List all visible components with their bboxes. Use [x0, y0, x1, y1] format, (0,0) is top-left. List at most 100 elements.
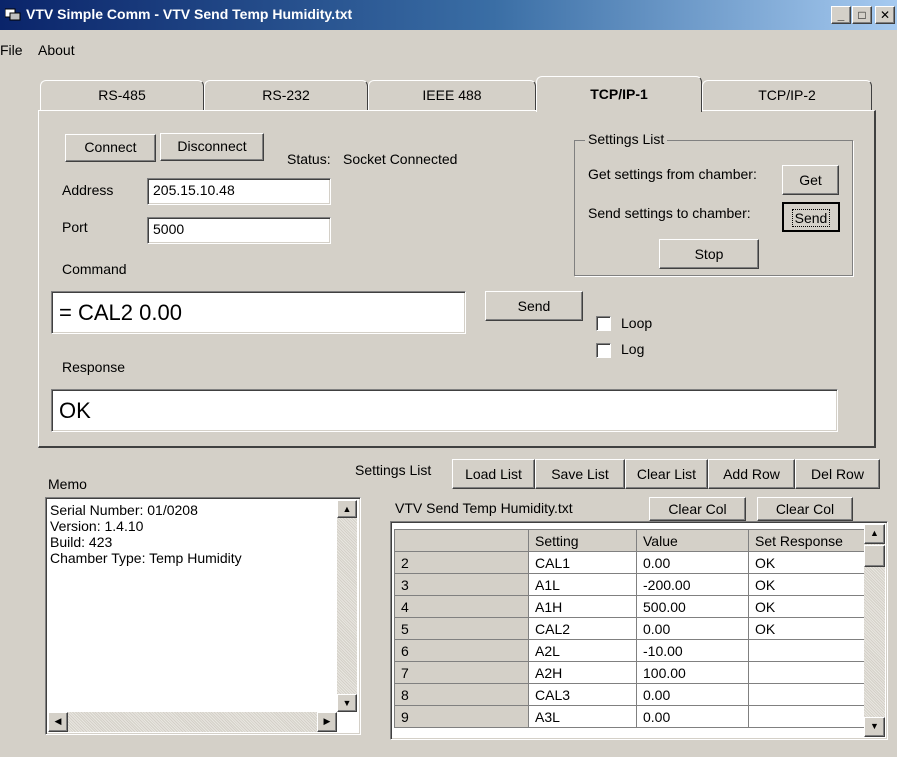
- minimize-icon: _: [837, 8, 845, 22]
- memo-horizontal-scrollbar[interactable]: [48, 712, 337, 732]
- setting-cell[interactable]: CAL2: [528, 617, 637, 640]
- table-row[interactable]: 2 CAL1 0.00 OK: [394, 551, 867, 574]
- value-cell[interactable]: -10.00: [636, 639, 749, 662]
- add-row-button[interactable]: Add Row: [708, 459, 795, 489]
- arrow-right-icon: ▶: [323, 716, 331, 726]
- value-cell[interactable]: 100.00: [636, 661, 749, 684]
- memo-line: Version: 1.4.10: [50, 518, 144, 534]
- connect-button[interactable]: Connect: [65, 134, 156, 162]
- settings-group-title: Settings List: [585, 131, 668, 147]
- tab-tcpip-2[interactable]: TCP/IP-2: [702, 80, 872, 110]
- response-cell[interactable]: OK: [748, 551, 867, 574]
- value-cell[interactable]: 0.00: [636, 683, 749, 706]
- table-row[interactable]: 9 A3L 0.00: [394, 705, 867, 728]
- del-row-button[interactable]: Del Row: [795, 459, 880, 489]
- command-input[interactable]: = CAL2 0.00: [51, 291, 466, 334]
- memo-scroll-up-button[interactable]: ▲: [337, 500, 357, 518]
- row-number: 8: [394, 683, 529, 706]
- column-header-value[interactable]: Value: [636, 529, 749, 552]
- address-label: Address: [62, 182, 114, 198]
- response-output: OK: [51, 389, 838, 432]
- clear-value-column-button[interactable]: Clear Col: [649, 497, 746, 521]
- clear-response-column-button[interactable]: Clear Col: [757, 497, 853, 521]
- window-title: VTV Simple Comm - VTV Send Temp Humidity…: [26, 6, 353, 22]
- value-cell[interactable]: 0.00: [636, 551, 749, 574]
- row-number: 9: [394, 705, 529, 728]
- memo-box[interactable]: Serial Number: 01/0208 Version: 1.4.10 B…: [45, 497, 361, 735]
- disconnect-button[interactable]: Disconnect: [160, 133, 264, 161]
- value-cell[interactable]: 500.00: [636, 595, 749, 618]
- menu-about[interactable]: About: [38, 42, 75, 58]
- grid-scroll-thumb[interactable]: [864, 545, 885, 567]
- memo-scroll-left-button[interactable]: ◀: [48, 712, 68, 732]
- arrow-down-icon: ▼: [870, 721, 879, 731]
- response-cell[interactable]: OK: [748, 617, 867, 640]
- clear-list-button[interactable]: Clear List: [625, 459, 708, 489]
- response-cell[interactable]: OK: [748, 573, 867, 596]
- setting-cell[interactable]: A2L: [528, 639, 637, 662]
- send-command-button[interactable]: Send: [485, 291, 583, 321]
- table-row[interactable]: 6 A2L -10.00: [394, 639, 867, 662]
- minimize-button[interactable]: _: [831, 6, 851, 24]
- tab-ieee488[interactable]: IEEE 488: [368, 80, 536, 110]
- tab-rs485[interactable]: RS-485: [40, 80, 204, 110]
- setting-cell[interactable]: CAL1: [528, 551, 637, 574]
- setting-cell[interactable]: A1L: [528, 573, 637, 596]
- settings-list-label: Settings List: [355, 462, 432, 478]
- port-label: Port: [62, 219, 88, 235]
- setting-cell[interactable]: A3L: [528, 705, 637, 728]
- row-number: 4: [394, 595, 529, 618]
- tab-tcpip-1[interactable]: TCP/IP-1: [536, 76, 702, 112]
- table-row[interactable]: 5 CAL2 0.00 OK: [394, 617, 867, 640]
- row-number: 2: [394, 551, 529, 574]
- arrow-down-icon: ▼: [342, 698, 352, 708]
- memo-scroll-right-button[interactable]: ▶: [317, 712, 337, 732]
- log-checkbox[interactable]: [596, 343, 611, 358]
- send-settings-label: Send settings to chamber:: [588, 205, 751, 221]
- grid-scroll-up-button[interactable]: ▲: [864, 524, 885, 544]
- settings-filename: VTV Send Temp Humidity.txt: [395, 500, 573, 516]
- response-cell[interactable]: [748, 639, 867, 662]
- log-label: Log: [621, 341, 645, 357]
- loop-checkbox[interactable]: [596, 316, 611, 331]
- value-cell[interactable]: -200.00: [636, 573, 749, 596]
- close-icon: ✕: [879, 8, 891, 22]
- column-header-setting[interactable]: Setting: [528, 529, 637, 552]
- maximize-button[interactable]: □: [852, 6, 872, 24]
- setting-cell[interactable]: CAL3: [528, 683, 637, 706]
- arrow-left-icon: ◀: [54, 716, 62, 726]
- value-cell[interactable]: 0.00: [636, 617, 749, 640]
- close-button[interactable]: ✕: [875, 6, 895, 24]
- response-cell[interactable]: OK: [748, 595, 867, 618]
- address-input[interactable]: 205.15.10.48: [147, 178, 331, 205]
- get-settings-label: Get settings from chamber:: [588, 166, 757, 182]
- settings-grid: Setting Value Set Response 2 CAL1 0.00 O…: [394, 529, 867, 728]
- grid-scroll-down-button[interactable]: ▼: [864, 717, 885, 737]
- table-row[interactable]: 8 CAL3 0.00: [394, 683, 867, 706]
- response-cell[interactable]: [748, 661, 867, 684]
- table-row[interactable]: 3 A1L -200.00 OK: [394, 573, 867, 596]
- memo-line: Serial Number: 01/0208: [50, 502, 198, 518]
- response-cell[interactable]: [748, 683, 867, 706]
- memo-scroll-down-button[interactable]: ▼: [337, 694, 357, 712]
- send-settings-button[interactable]: Send: [782, 202, 840, 232]
- save-list-button[interactable]: Save List: [535, 459, 625, 489]
- response-cell[interactable]: [748, 705, 867, 728]
- tab-rs232[interactable]: RS-232: [204, 80, 368, 110]
- app-icon: [5, 8, 21, 21]
- value-cell[interactable]: 0.00: [636, 705, 749, 728]
- loop-label: Loop: [621, 315, 653, 331]
- table-row[interactable]: 4 A1H 500.00 OK: [394, 595, 867, 618]
- setting-cell[interactable]: A2H: [528, 661, 637, 684]
- get-settings-button[interactable]: Get: [782, 165, 839, 195]
- column-header-set-response[interactable]: Set Response: [748, 529, 867, 552]
- menu-file[interactable]: File: [0, 42, 23, 58]
- table-row[interactable]: 7 A2H 100.00: [394, 661, 867, 684]
- command-label: Command: [62, 261, 127, 277]
- response-label: Response: [62, 359, 126, 375]
- setting-cell[interactable]: A1H: [528, 595, 637, 618]
- stop-button[interactable]: Stop: [659, 239, 759, 269]
- memo-vertical-scrollbar[interactable]: [337, 500, 357, 712]
- port-input[interactable]: 5000: [147, 217, 331, 244]
- load-list-button[interactable]: Load List: [452, 459, 535, 489]
